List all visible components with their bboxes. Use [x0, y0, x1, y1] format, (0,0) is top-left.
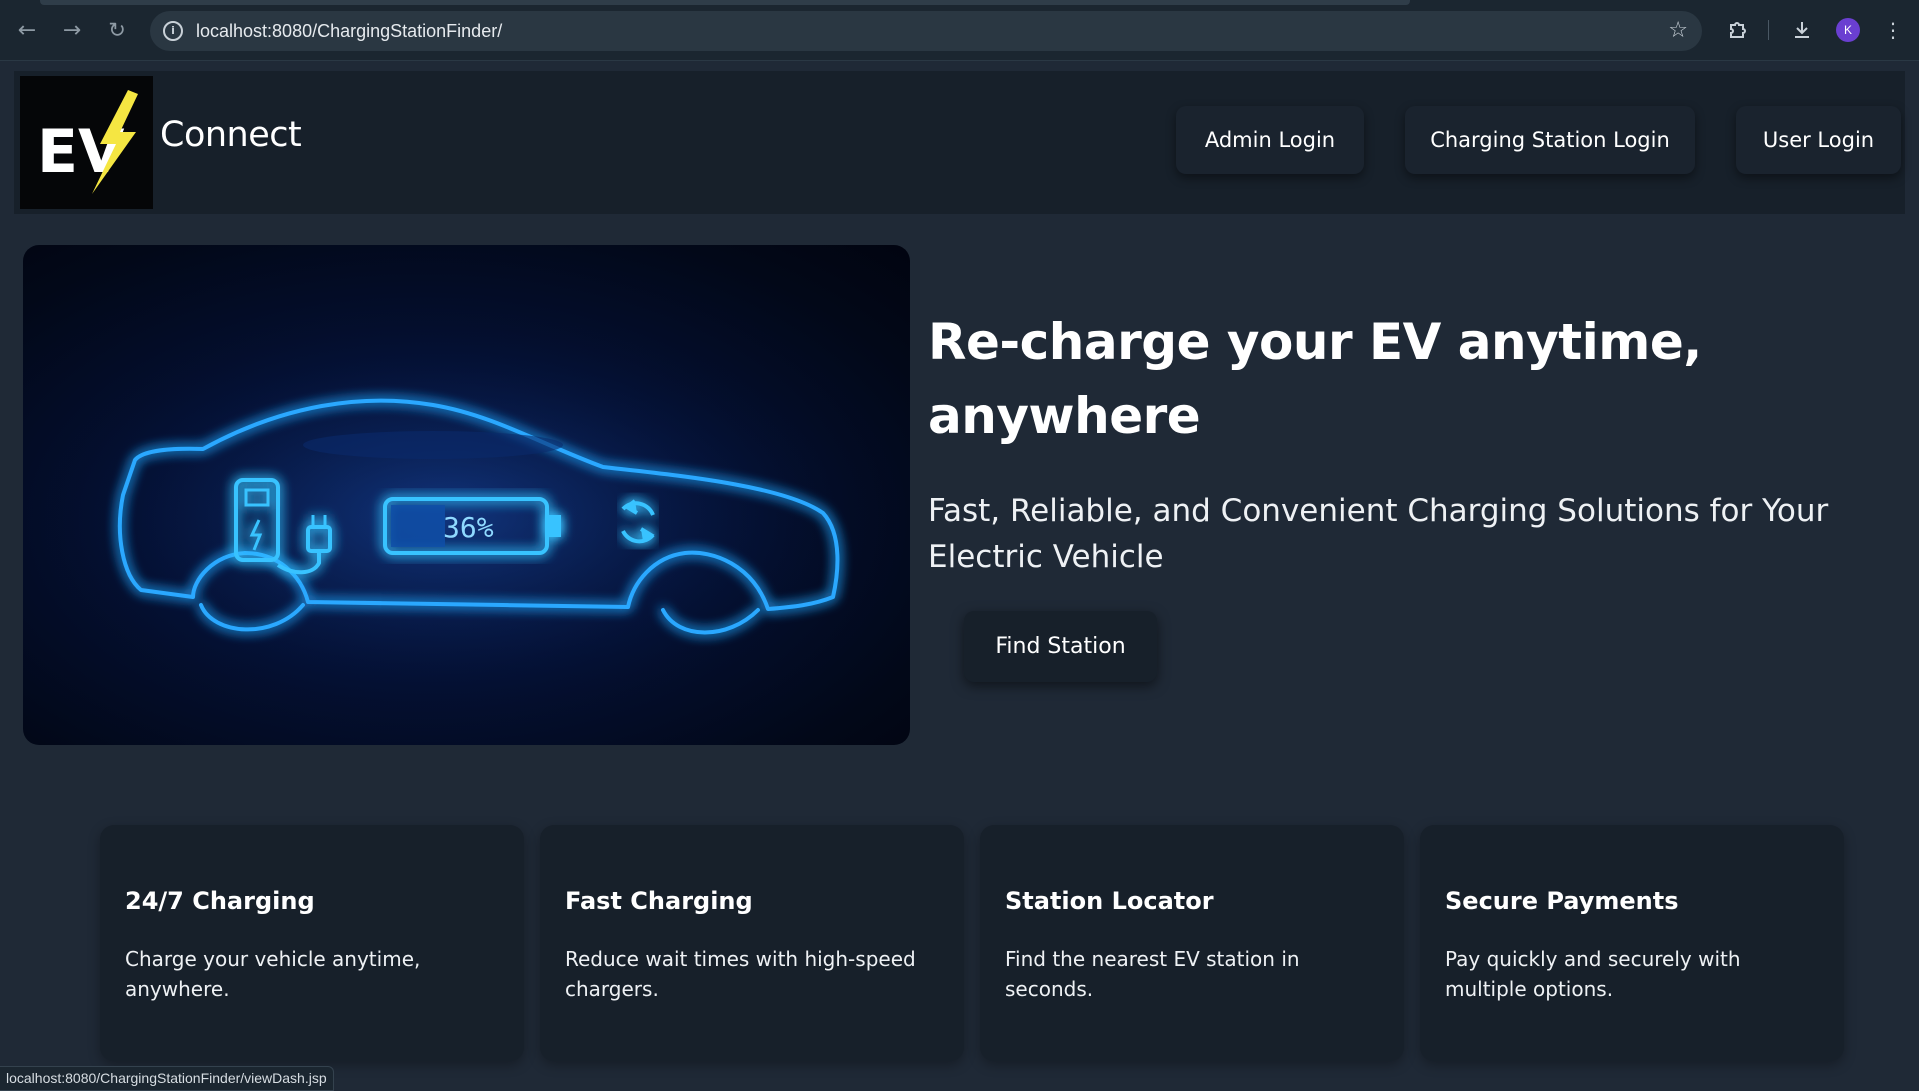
site-info-icon[interactable]: i — [163, 21, 183, 41]
feature-card-fast-charging: Fast Charging Reduce wait times with hig… — [540, 825, 964, 1061]
feature-description: Charge your vehicle anytime, anywhere. — [125, 947, 421, 1001]
menu-kebab-icon[interactable]: ⋮ — [1879, 16, 1907, 44]
hero-title: Re-charge your EV anytime, anywhere — [928, 313, 1702, 445]
charging-station-login-button[interactable]: Charging Station Login — [1405, 106, 1695, 174]
toolbar-separator — [1768, 20, 1769, 40]
reload-icon[interactable]: ↻ — [101, 14, 133, 46]
ev-lightning-logo-icon: EV — [37, 90, 138, 194]
puzzle-piece-icon — [1730, 22, 1746, 38]
feature-card-24-7: 24/7 Charging Charge your vehicle anytim… — [100, 825, 524, 1061]
neon-car-icon: 36% — [33, 315, 873, 715]
site-header: EV Connect Admin Login Charging Station … — [14, 71, 1905, 214]
brand-name[interactable]: Connect — [160, 115, 302, 155]
address-bar[interactable]: i localhost:8080/ChargingStationFinder/ … — [150, 11, 1702, 51]
back-arrow-icon[interactable]: ← — [11, 14, 43, 46]
download-icon[interactable] — [1788, 16, 1816, 44]
tab-strip — [0, 0, 1919, 5]
download-arrow-icon — [1795, 22, 1809, 38]
forward-arrow-icon[interactable]: → — [56, 14, 88, 46]
address-url[interactable]: localhost:8080/ChargingStationFinder/ — [196, 21, 502, 42]
feature-description: Find the nearest EV station in seconds. — [1005, 947, 1300, 1001]
extensions-icon[interactable] — [1724, 16, 1752, 44]
feature-title: Fast Charging — [565, 887, 753, 915]
link-status-bar: localhost:8080/ChargingStationFinder/vie… — [0, 1066, 334, 1091]
user-login-button[interactable]: User Login — [1736, 106, 1901, 174]
bookmark-star-icon[interactable]: ☆ — [1668, 18, 1688, 43]
battery-percent: 36% — [443, 511, 494, 544]
battery-fill — [391, 505, 445, 547]
find-station-button[interactable]: Find Station — [964, 611, 1157, 682]
hero-subtitle: Fast, Reliable, and Convenient Charging … — [928, 493, 1829, 575]
feature-description: Reduce wait times with high-speed charge… — [565, 947, 916, 1001]
feature-description: Pay quickly and securely with multiple o… — [1445, 947, 1741, 1001]
feature-title: Secure Payments — [1445, 887, 1679, 915]
hero-ev-illustration: 36% — [23, 245, 910, 745]
admin-login-button[interactable]: Admin Login — [1176, 106, 1364, 174]
browser-toolbar: ← → ↻ i localhost:8080/ChargingStationFi… — [0, 0, 1919, 61]
feature-card-station-locator: Station Locator Find the nearest EV stat… — [980, 825, 1404, 1061]
active-tab-indicator — [40, 0, 1410, 5]
feature-card-secure-payments: Secure Payments Pay quickly and securely… — [1420, 825, 1844, 1061]
profile-avatar[interactable]: K — [1836, 18, 1860, 42]
feature-title: Station Locator — [1005, 887, 1214, 915]
feature-title: 24/7 Charging — [125, 887, 315, 915]
ev-logo[interactable]: EV — [20, 76, 153, 209]
